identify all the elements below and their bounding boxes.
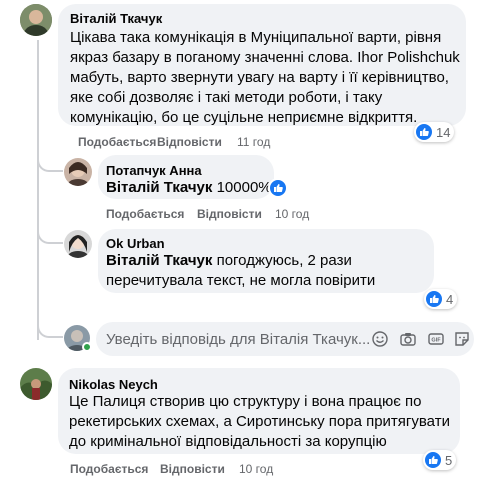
reaction-badge[interactable]: 5 — [423, 450, 457, 470]
thread-branch — [37, 222, 63, 244]
online-status-dot — [82, 342, 92, 352]
comment-author[interactable]: Nikolas Neych — [69, 377, 158, 392]
comment-text: Віталій Ткачук 10000% — [106, 178, 272, 198]
like-button[interactable]: Подобається — [106, 207, 184, 221]
avatar-image — [20, 368, 52, 400]
reaction-count: 14 — [436, 124, 451, 140]
comment-text: Це Палиця створив цю структуру і вона пр… — [69, 393, 450, 450]
timestamp[interactable]: 10 год — [239, 462, 273, 476]
reply-placeholder[interactable]: Уведіть відповідь для Віталія Ткачук... — [106, 331, 370, 348]
svg-text:GIF: GIF — [431, 338, 441, 344]
avatar-image — [64, 158, 92, 186]
like-button[interactable]: Подобається — [70, 462, 148, 476]
timestamp[interactable]: 11 год — [237, 135, 270, 149]
comment-author[interactable]: Віталій Ткачук — [70, 11, 162, 26]
comment-author[interactable]: Ok Urban — [106, 236, 165, 251]
comment-text: Цікава така комунікація в Муніципальної … — [70, 29, 460, 126]
thread-branch — [37, 150, 63, 172]
avatar[interactable] — [64, 158, 92, 186]
reply-button[interactable]: Відповісти — [197, 207, 262, 221]
gif-icon[interactable]: GIF — [428, 331, 444, 347]
comment-author[interactable]: Потапчук Анна — [106, 163, 202, 178]
like-reaction-icon — [426, 291, 442, 307]
reaction-badge[interactable]: 14 — [414, 122, 455, 142]
reply-button[interactable]: Відповісти — [157, 135, 222, 149]
timestamp[interactable]: 10 год — [275, 207, 309, 221]
like-reaction-icon — [425, 452, 441, 468]
reaction-count: 4 — [446, 291, 454, 307]
like-reaction-icon — [416, 124, 432, 140]
avatar-image — [64, 230, 92, 258]
mention-link[interactable]: Віталій Ткачук — [106, 252, 212, 269]
thread-branch — [37, 314, 63, 338]
reaction-badge[interactable]: 4 — [424, 289, 458, 309]
emoji-icon[interactable] — [372, 331, 388, 347]
avatar[interactable] — [20, 368, 52, 400]
like-button[interactable]: Подобається — [78, 135, 156, 149]
like-reaction-icon[interactable] — [270, 180, 286, 196]
avatar-image — [20, 4, 52, 36]
sticker-icon[interactable] — [454, 331, 470, 347]
thread-line — [37, 40, 39, 340]
reaction-count: 5 — [445, 452, 453, 468]
comment-body: 10000% — [212, 179, 272, 196]
camera-icon[interactable] — [400, 331, 416, 347]
mention-link[interactable]: Віталій Ткачук — [106, 179, 212, 196]
reply-button[interactable]: Відповісти — [160, 462, 225, 476]
avatar[interactable] — [64, 230, 92, 258]
comment-text: Віталій Ткачук погоджуюсь, 2 рази перечи… — [106, 251, 431, 291]
avatar[interactable] — [20, 4, 52, 36]
